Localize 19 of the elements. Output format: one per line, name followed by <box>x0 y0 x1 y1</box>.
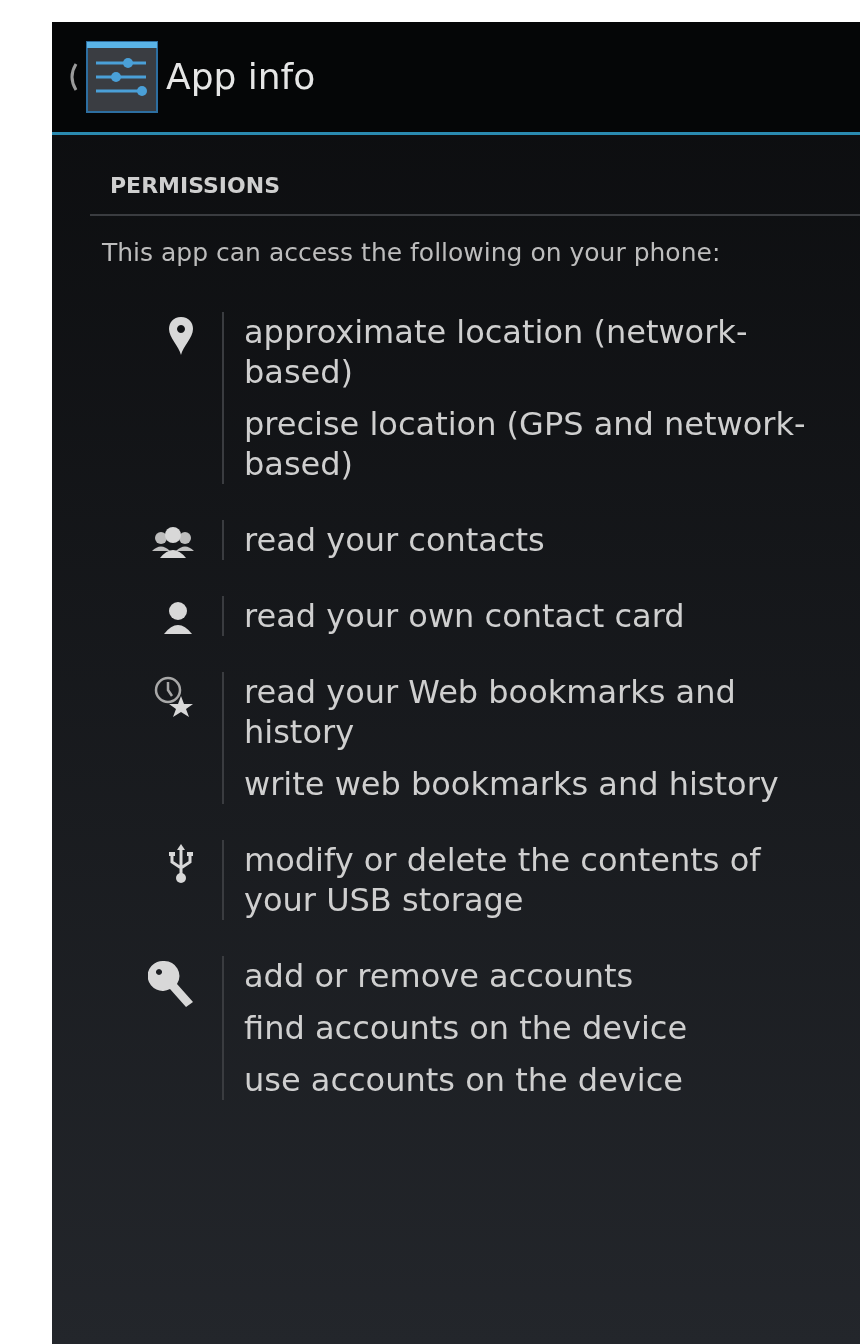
permission-text: modify or delete the contents of your USB storage <box>244 839 762 920</box>
permission-text: use accounts on the device <box>244 1059 684 1100</box>
location-pin-icon <box>168 315 194 356</box>
permission-text: read your Web bookmarks and history <box>244 671 737 752</box>
permission-text: precise location (GPS and network-based) <box>244 403 807 484</box>
intro-text: This app can access the following on your phone: <box>101 237 722 269</box>
permission-text: read your contacts <box>244 519 546 560</box>
person-icon <box>162 599 194 634</box>
app-title: App info <box>166 55 316 99</box>
permission-text: approximate location (network-based) <box>244 311 749 392</box>
section-header: PERMISSIONS <box>90 169 860 216</box>
clock-star-icon <box>154 675 194 718</box>
key-icon <box>148 959 194 1008</box>
settings-app-icon[interactable] <box>86 41 158 113</box>
permission-text: add or remove accounts <box>244 955 635 996</box>
permission-text: write web bookmarks and history <box>244 763 780 804</box>
permission-text: find accounts on the device <box>244 1007 689 1048</box>
usb-icon <box>168 843 194 884</box>
permission-text: read your own contact card <box>244 595 686 636</box>
